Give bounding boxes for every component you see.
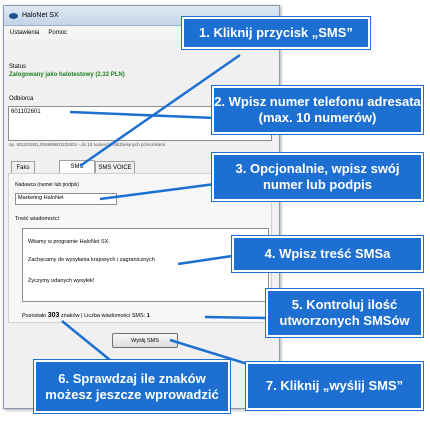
- callout-6: 6. Sprawdzaj ile znaków możesz jeszcze w…: [33, 359, 231, 414]
- callout-1-text: 1. Kliknij przycisk „SMS”: [199, 25, 353, 40]
- callout-6-text: 6. Sprawdzaj ile znaków możesz jeszcze w…: [45, 370, 219, 402]
- callout-3: 3. Opcjonalnie, wpisz swój numer lub pod…: [211, 152, 424, 202]
- callout-4-text: 4. Wpisz treść SMSa: [264, 246, 391, 261]
- callout-2: 2. Wpisz numer telefonu adresata (max. 1…: [211, 85, 424, 135]
- arrow-4: [177, 254, 233, 266]
- arrow-2: [69, 110, 216, 120]
- callout-5: 5. Kontroluj ilość utworzonych SMSów: [265, 288, 424, 338]
- callout-4: 4. Wpisz treść SMSa: [231, 235, 424, 273]
- callout-1: 1. Kliknij przycisk „SMS”: [181, 16, 371, 50]
- arrow-3: [99, 182, 216, 201]
- callout-7: 7. Kliknij „wyślij SMS”: [245, 361, 424, 411]
- callout-5-text: 5. Kontroluj ilość utworzonych SMSów: [279, 297, 410, 328]
- arrow-6: [61, 320, 111, 361]
- callout-2-text: 2. Wpisz numer telefonu adresata (max. 1…: [214, 94, 421, 125]
- callout-7-text: 7. Kliknij „wyślij SMS”: [265, 378, 404, 393]
- callout-3-text: 3. Opcjonalnie, wpisz swój numer lub pod…: [235, 161, 400, 192]
- arrow-5: [204, 315, 267, 320]
